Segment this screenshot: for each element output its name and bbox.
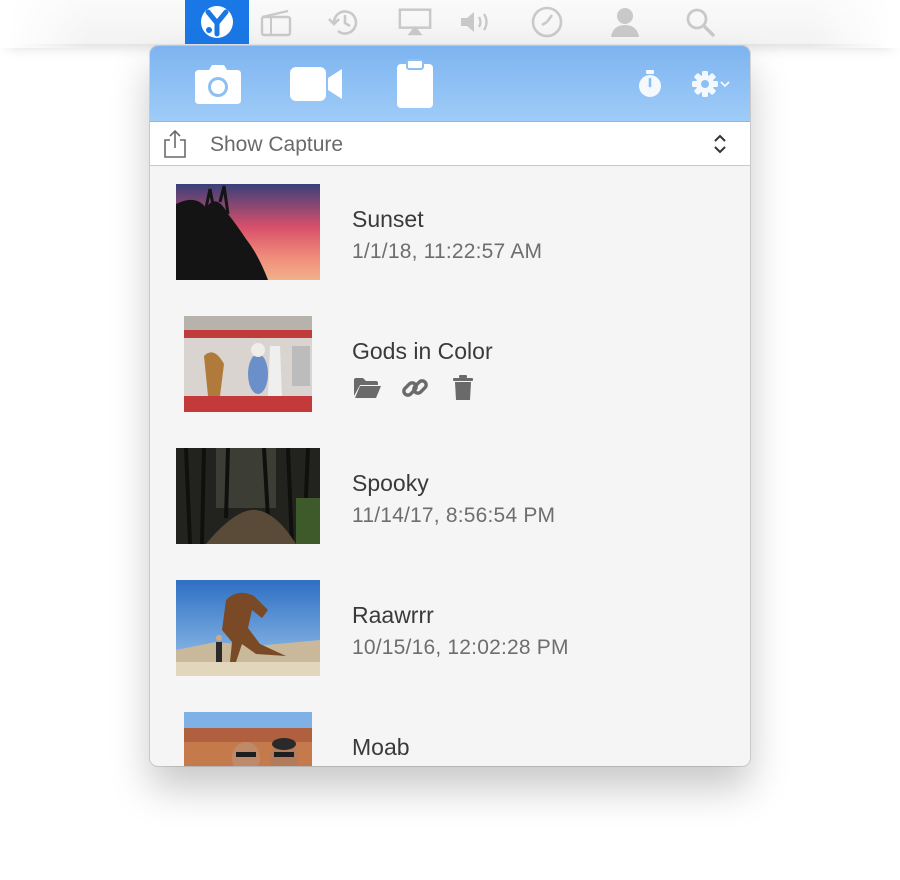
time-machine-icon	[328, 10, 358, 35]
capture-thumbnail	[184, 316, 312, 412]
menu-bar	[0, 0, 900, 48]
user-icon	[611, 8, 639, 37]
user-menu-item[interactable]	[607, 4, 643, 40]
capture-toolbar	[150, 46, 750, 122]
camera-icon	[195, 65, 241, 104]
spotlight-search-icon	[686, 8, 715, 37]
capture-item[interactable]: Spooky 11/14/17, 8:56:54 PM	[150, 430, 750, 562]
spotlight-menu-item[interactable]	[682, 4, 718, 40]
clapper-icon	[260, 9, 292, 37]
trash-icon	[453, 375, 473, 400]
capture-title: Raawrrr	[352, 602, 434, 628]
capture-thumbnail	[176, 580, 320, 676]
copy-link-button[interactable]	[400, 374, 430, 402]
capture-item[interactable]: Moab	[150, 694, 750, 766]
clipboard-button[interactable]	[392, 56, 438, 112]
reveal-in-folder-button[interactable]	[352, 374, 382, 402]
airplay-icon	[398, 8, 432, 36]
volume-menu-item[interactable]	[458, 4, 494, 40]
capture-item[interactable]: Gods in Color	[150, 298, 750, 430]
share-icon	[164, 129, 186, 158]
volume-icon	[461, 12, 488, 32]
show-capture-label: Show Capture	[210, 133, 344, 156]
video-camera-icon	[290, 67, 342, 101]
time-machine-menu-item[interactable]	[326, 4, 362, 40]
link-icon	[402, 379, 428, 397]
clock-icon	[531, 6, 563, 38]
timer-icon	[639, 70, 661, 97]
capture-list: Sunset 1/1/18, 11:22:57 AM Gods in Color	[150, 166, 750, 766]
capture-popover: Show Capture Sunset 1/1/18, 11:22:57 AM …	[150, 46, 750, 766]
clock-menu-item[interactable]	[529, 4, 565, 40]
capture-date: 10/15/16, 12:02:28 PM	[352, 636, 569, 659]
show-capture-select[interactable]: Show Capture	[200, 122, 740, 166]
record-video-button[interactable]	[288, 60, 344, 108]
timer-button[interactable]	[634, 68, 666, 100]
clapper-menu-item[interactable]	[258, 4, 294, 40]
gear-icon	[692, 71, 718, 97]
menubar-fade-right	[810, 0, 900, 48]
capture-date: 11/14/17, 8:56:54 PM	[352, 504, 556, 527]
capture-title: Sunset	[352, 206, 424, 232]
capture-thumbnail	[176, 448, 320, 544]
capture-title: Spooky	[352, 470, 429, 496]
chevron-down-icon	[720, 81, 730, 88]
clipboard-icon	[397, 59, 433, 108]
capture-title: Gods in Color	[352, 338, 493, 364]
menubar-fade-left	[0, 0, 90, 48]
capture-thumbnail	[184, 712, 312, 766]
share-button[interactable]	[160, 128, 190, 160]
yoink-app-icon	[201, 6, 233, 38]
folder-icon	[354, 378, 381, 398]
filter-bar: Show Capture	[150, 122, 750, 166]
yoink-app-menu-item[interactable]	[185, 0, 249, 44]
capture-title: Moab	[352, 734, 410, 760]
capture-item[interactable]: Raawrrr 10/15/16, 12:02:28 PM	[150, 562, 750, 694]
capture-thumbnail	[176, 184, 320, 280]
capture-date: 1/1/18, 11:22:57 AM	[352, 240, 543, 263]
capture-actions	[352, 374, 478, 402]
settings-menu-button[interactable]	[686, 68, 736, 100]
airplay-menu-item[interactable]	[397, 4, 433, 40]
up-down-chevron-icon	[714, 134, 726, 154]
delete-button[interactable]	[448, 374, 478, 402]
capture-item[interactable]: Sunset 1/1/18, 11:22:57 AM	[150, 166, 750, 298]
screenshot-button[interactable]	[190, 58, 246, 110]
